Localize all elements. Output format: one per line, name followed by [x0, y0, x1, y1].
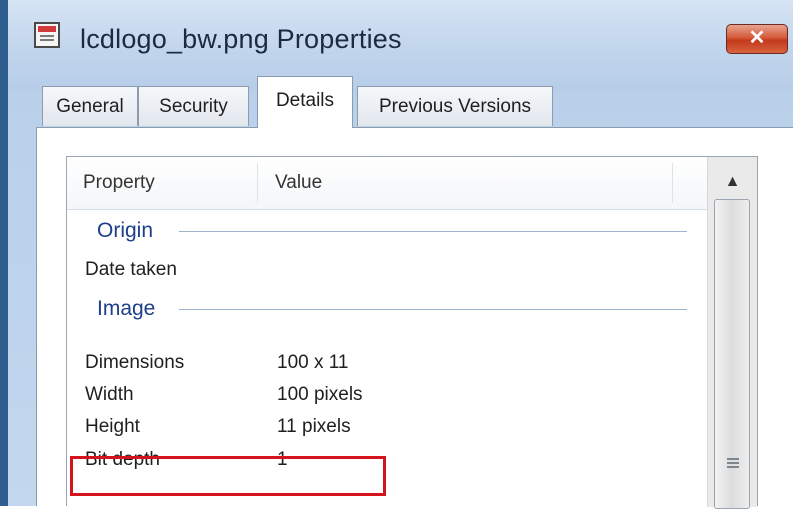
list-item[interactable]: Dimensions 100 x 11 — [67, 347, 687, 379]
list-item[interactable]: Date taken — [67, 254, 687, 286]
annotation-highlight-box — [70, 456, 386, 496]
group-divider — [179, 309, 687, 310]
column-header-property[interactable]: Property — [83, 157, 155, 209]
property-name: Date taken — [85, 259, 177, 280]
scrollbar-thumb[interactable] — [714, 199, 750, 509]
vertical-scrollbar[interactable]: ▲ — [707, 157, 757, 509]
close-icon: ✕ — [748, 27, 766, 49]
group-divider — [179, 231, 687, 232]
image-file-icon — [34, 22, 60, 48]
group-header-image[interactable]: Image — [67, 291, 687, 327]
list-item[interactable]: Height 11 pixels — [67, 411, 687, 443]
list-item[interactable]: Width 100 pixels — [67, 379, 687, 411]
group-label: Origin — [97, 219, 154, 242]
property-name: Dimensions — [85, 352, 185, 373]
tab-details[interactable]: Details — [257, 76, 353, 128]
group-label: Image — [97, 297, 156, 320]
property-value: 11 pixels — [277, 416, 351, 437]
tab-security[interactable]: Security — [138, 86, 249, 126]
property-name: Width — [85, 384, 134, 405]
property-value: 100 x 11 — [277, 352, 349, 373]
property-name: Height — [85, 416, 140, 437]
column-header-value[interactable]: Value — [275, 157, 322, 209]
group-header-origin[interactable]: Origin — [67, 213, 687, 249]
grip-icon — [727, 458, 739, 468]
column-separator[interactable] — [672, 163, 673, 203]
tab-general[interactable]: General — [42, 86, 138, 126]
list-header: Property Value — [67, 157, 707, 210]
property-value: 100 pixels — [277, 384, 363, 405]
close-button[interactable]: ✕ — [726, 24, 788, 54]
tab-previous-versions[interactable]: Previous Versions — [357, 86, 553, 126]
window-title: lcdlogo_bw.png Properties — [80, 24, 402, 54]
property-list: Property Value Origin Date taken Image D… — [66, 156, 758, 509]
column-separator[interactable] — [257, 163, 258, 203]
